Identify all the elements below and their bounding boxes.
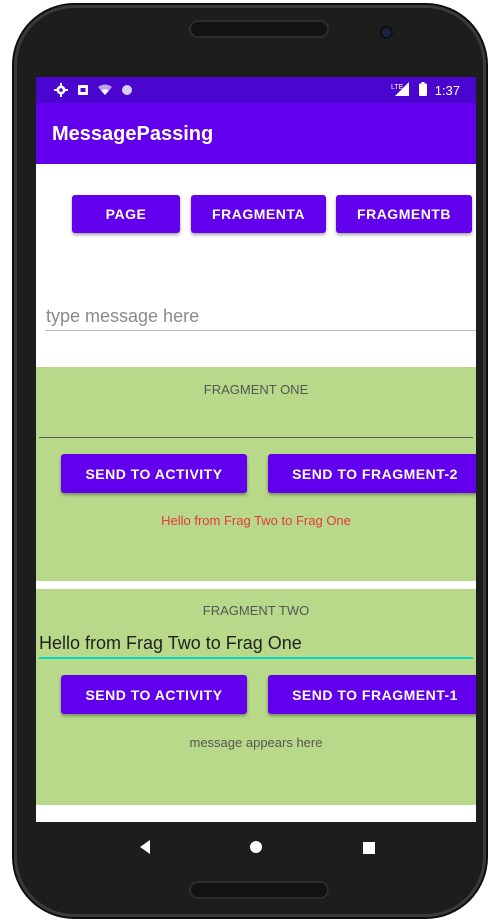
- fragment-one-input[interactable]: [39, 409, 473, 438]
- fragment-one-send-activity-button[interactable]: SEND TO ACTIVITY: [61, 454, 247, 493]
- back-icon[interactable]: [138, 839, 152, 860]
- status-bar: LTE 1:37: [36, 77, 476, 103]
- top-speaker: [189, 20, 329, 38]
- message-input[interactable]: [45, 302, 476, 331]
- wifi-icon: [98, 84, 112, 99]
- fragment-two: FRAGMENT TWO SEND TO ACTIVITY SEND TO FR…: [36, 589, 476, 805]
- front-camera: [382, 28, 391, 37]
- sim-icon: [77, 84, 89, 99]
- signal-label: LTE: [391, 84, 404, 91]
- gear-icon: [54, 83, 68, 100]
- battery-icon: [418, 82, 427, 99]
- fragment-two-message: message appears here: [189, 735, 323, 750]
- app-title: MessagePassing: [52, 123, 214, 145]
- bottom-speaker: [189, 881, 329, 899]
- fragment-one-message: Hello from Frag Two to Frag One: [161, 513, 351, 528]
- signal-icon: LTE: [391, 82, 411, 99]
- page-button[interactable]: PAGE: [72, 195, 180, 233]
- fragment-two-send-activity-button[interactable]: SEND TO ACTIVITY: [61, 675, 247, 714]
- fragment-two-send-fragment-button[interactable]: SEND TO FRAGMENT-1: [268, 675, 476, 714]
- fragment-one: FRAGMENT ONE SEND TO ACTIVITY SEND TO FR…: [36, 367, 476, 581]
- fragment-b-button[interactable]: FRAGMENTB: [336, 195, 472, 233]
- fragment-one-title: FRAGMENT ONE: [203, 382, 309, 397]
- circle-icon: [121, 84, 133, 99]
- screen: LTE 1:37 MessagePassing PAGE FRAGMENTA F…: [36, 77, 476, 822]
- fragment-one-send-fragment-button[interactable]: SEND TO FRAGMENT-2: [268, 454, 476, 493]
- status-time: 1:37: [434, 83, 460, 98]
- fragment-two-title: FRAGMENT TWO: [202, 603, 310, 618]
- phone-frame: LTE 1:37 MessagePassing PAGE FRAGMENTA F…: [14, 5, 486, 917]
- fragment-two-input[interactable]: [39, 629, 473, 659]
- fragment-a-button[interactable]: FRAGMENTA: [191, 195, 326, 233]
- recents-icon[interactable]: [363, 841, 375, 859]
- home-icon[interactable]: [249, 840, 263, 859]
- nav-bar: [36, 822, 476, 882]
- app-bar: MessagePassing: [36, 103, 476, 164]
